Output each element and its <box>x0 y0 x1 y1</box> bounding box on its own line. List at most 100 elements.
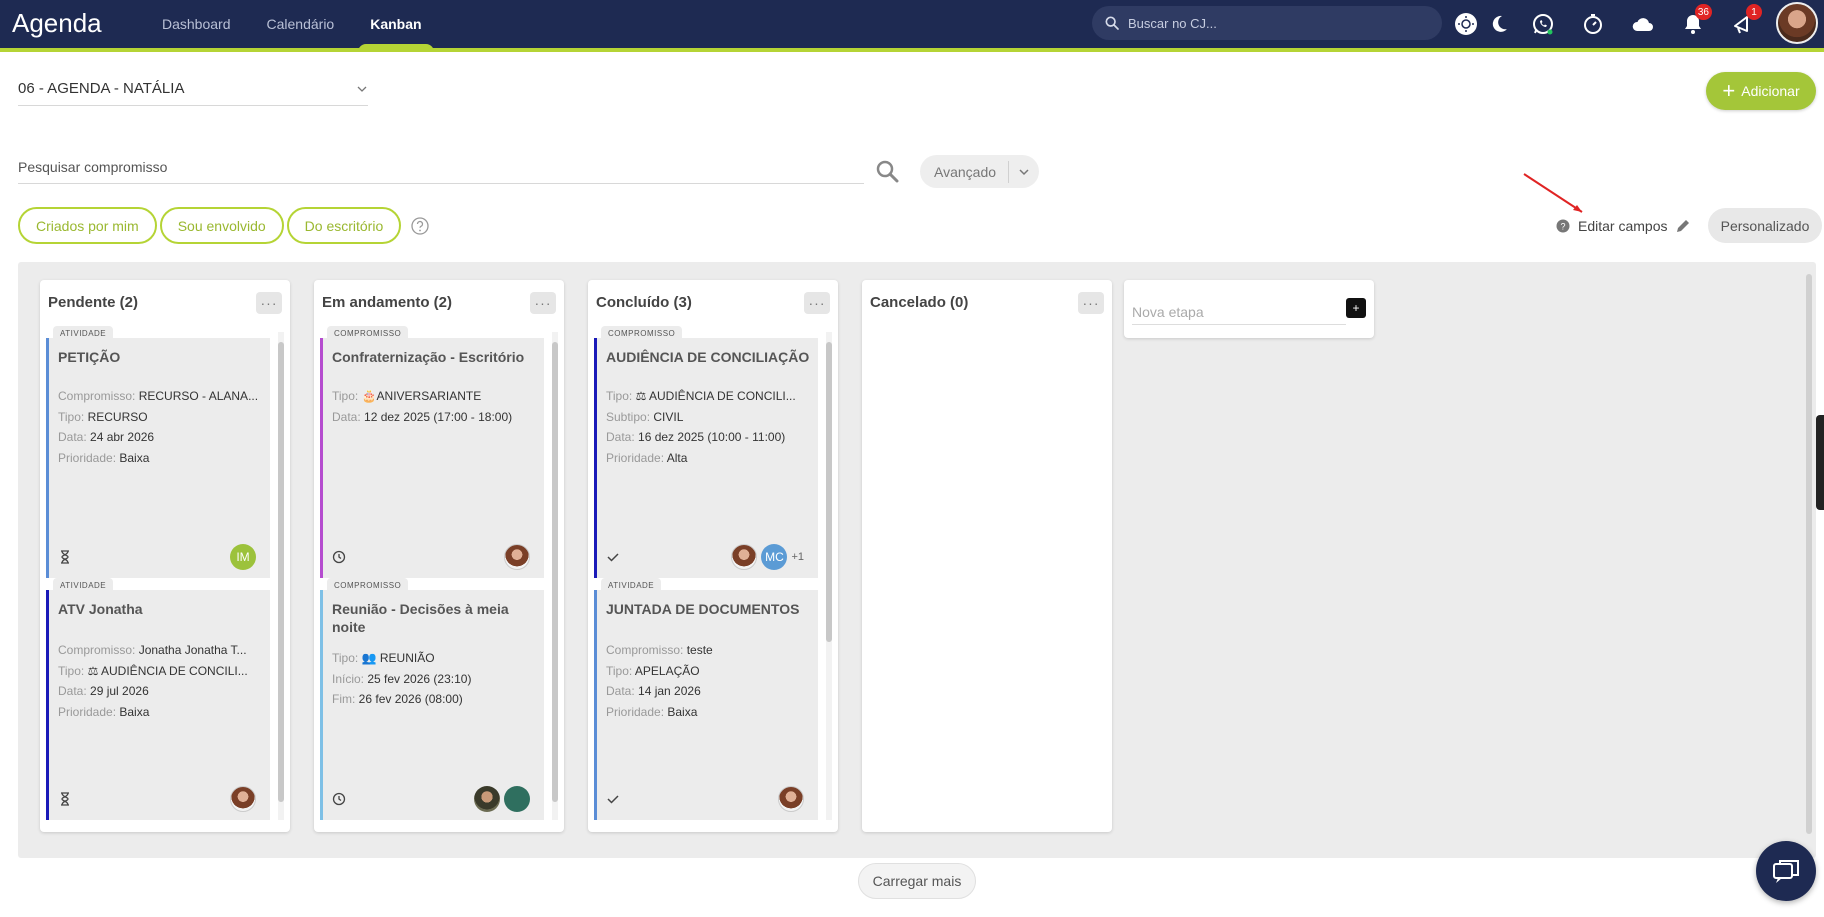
field-value: Baixa <box>119 450 150 465</box>
field-value: AUDIÊNCIA DE CONCILI... <box>649 389 796 403</box>
advanced-search-button[interactable]: Avançado <box>920 155 1039 188</box>
light-mode-toggle[interactable] <box>1452 0 1480 48</box>
field-value: 24 abr 2026 <box>90 430 155 444</box>
chat-button[interactable] <box>1756 841 1816 901</box>
card-juntada[interactable]: ATIVIDADE JUNTADA DE DOCUMENTOS Compromi… <box>594 578 818 820</box>
nav-kanban[interactable]: Kanban <box>358 0 434 52</box>
hourglass-icon <box>61 550 69 564</box>
card-title: Reunião - Decisões à meia noite <box>332 601 509 635</box>
column-title: Em andamento (2) <box>322 294 453 311</box>
timer-button[interactable] <box>1568 0 1618 48</box>
column-menu-button[interactable]: ··· <box>1078 292 1104 314</box>
card-fields: Compromisso: teste Tipo: APELAÇÃO Data: … <box>606 640 811 722</box>
filter-office[interactable]: Do escritório <box>286 207 402 244</box>
field-key: Tipo: <box>332 651 359 665</box>
check-icon <box>607 553 619 562</box>
new-stage-input[interactable] <box>1132 300 1346 325</box>
global-search-input[interactable] <box>1128 15 1428 31</box>
field-key: Data: <box>58 430 87 444</box>
card-tag: ATIVIDADE <box>53 578 114 593</box>
column-em-andamento: Em andamento (2) ··· COMPROMISSO Confrat… <box>314 280 564 832</box>
advanced-dropdown[interactable] <box>1009 166 1039 178</box>
cloud-button[interactable] <box>1618 0 1668 48</box>
load-more-button[interactable]: Carregar mais <box>858 863 976 899</box>
field-key: Compromisso: <box>58 389 136 403</box>
card-title: AUDIÊNCIA DE CONCILIAÇÃO <box>606 349 810 365</box>
field-key: Data: <box>332 409 361 424</box>
field-key: Tipo: <box>606 663 633 678</box>
nav-dashboard[interactable]: Dashboard <box>162 0 231 48</box>
card-tag: ATIVIDADE <box>601 578 662 593</box>
search-appointments-input[interactable] <box>18 158 838 175</box>
column-menu-button[interactable]: ··· <box>804 292 830 314</box>
notifications-button[interactable]: 36 <box>1668 0 1718 48</box>
card-reuniao[interactable]: COMPROMISSO Reunião - Decisões à meia no… <box>320 578 544 820</box>
card-atv-jonatha[interactable]: ATIVIDADE ATV Jonatha Compromisso: Jonat… <box>46 578 270 820</box>
field-key: Compromisso: <box>606 643 684 657</box>
column-menu-button[interactable]: ··· <box>530 292 556 314</box>
add-button-label: Adicionar <box>1741 83 1800 99</box>
alerts-button[interactable]: 1 <box>1718 0 1768 48</box>
field-value: Alta <box>666 450 688 465</box>
hourglass-icon <box>61 792 69 806</box>
field-value: 16 dez 2025 (10:00 - 11:00) <box>638 430 786 444</box>
avatar[interactable] <box>474 786 500 812</box>
card-audiencia[interactable]: COMPROMISSO AUDIÊNCIA DE CONCILIAÇÃO Tip… <box>594 326 818 578</box>
field-key: Prioridade: <box>58 450 117 465</box>
dark-mode-toggle[interactable] <box>1480 0 1518 48</box>
card-tag: COMPROMISSO <box>601 326 683 341</box>
avatar[interactable] <box>778 786 804 812</box>
whatsapp-icon <box>1533 14 1553 35</box>
help-icon[interactable]: ? <box>1556 219 1570 233</box>
more-avatars-count[interactable]: +1 <box>791 551 804 563</box>
card-tag: COMPROMISSO <box>327 326 409 341</box>
brand-title: Agenda <box>12 8 102 38</box>
column-menu-button[interactable]: ··· <box>256 292 282 314</box>
column-scrollbar[interactable] <box>278 332 284 820</box>
column-title: Pendente (2) <box>48 294 139 311</box>
plus-icon: + <box>1722 78 1736 103</box>
new-stage-add-button[interactable]: + <box>1346 298 1366 318</box>
add-button[interactable]: + Adicionar <box>1706 72 1816 110</box>
global-search[interactable] <box>1092 6 1442 40</box>
field-key: Prioridade: <box>606 704 665 719</box>
search-icon[interactable] <box>874 158 900 184</box>
card-peticao[interactable]: ATIVIDADE PETIÇÃO Compromisso: RECURSO -… <box>46 326 270 578</box>
avatar[interactable] <box>731 544 758 570</box>
user-avatar[interactable] <box>1776 2 1818 44</box>
meeting-icon: 👥 <box>361 651 377 665</box>
notifications-badge: 36 <box>1694 4 1712 20</box>
board-scrollbar[interactable] <box>1806 274 1812 844</box>
avatar[interactable] <box>504 544 530 570</box>
agenda-select[interactable]: 06 - AGENDA - NATÁLIA <box>18 72 368 106</box>
edit-fields[interactable]: ? Editar campos <box>1556 213 1691 239</box>
card-title: Confraternização - Escritório <box>332 349 525 365</box>
avatar[interactable]: MC <box>761 544 788 570</box>
column-scrollbar[interactable] <box>826 332 832 820</box>
clock-icon <box>332 792 346 806</box>
field-value: REUNIÃO <box>379 651 435 665</box>
card-title: ATV Jonatha <box>58 601 143 617</box>
avatar[interactable] <box>504 786 530 812</box>
field-key: Tipo: <box>58 663 85 678</box>
side-tab[interactable] <box>1816 415 1824 510</box>
search-appointments <box>18 150 864 184</box>
column-scrollbar[interactable] <box>552 332 558 820</box>
whatsapp-button[interactable] <box>1518 0 1568 48</box>
avatar[interactable]: IM <box>230 544 256 570</box>
card-confraternizacao[interactable]: COMPROMISSO Confraternização - Escritóri… <box>320 326 544 578</box>
field-value: Jonatha Jonatha T... <box>138 643 247 657</box>
cake-icon: 🎂 <box>361 389 377 403</box>
help-icon[interactable] <box>410 216 430 236</box>
field-key: Tipo: <box>606 389 633 403</box>
top-bar: Agenda Dashboard Calendário Kanban 36 <box>0 0 1824 52</box>
card-fields: Compromisso: RECURSO - ALANA... Tipo: RE… <box>58 386 263 468</box>
field-value: APELAÇÃO <box>634 663 700 678</box>
card-avatars: MC +1 <box>731 544 804 570</box>
filter-involved[interactable]: Sou envolvido <box>159 207 284 244</box>
view-mode-button[interactable]: Personalizado <box>1708 208 1822 243</box>
nav-calendario[interactable]: Calendário <box>267 0 335 48</box>
avatar[interactable] <box>230 786 256 812</box>
field-key: Tipo: <box>332 389 359 403</box>
filter-created-by-me[interactable]: Criados por mim <box>18 207 157 244</box>
